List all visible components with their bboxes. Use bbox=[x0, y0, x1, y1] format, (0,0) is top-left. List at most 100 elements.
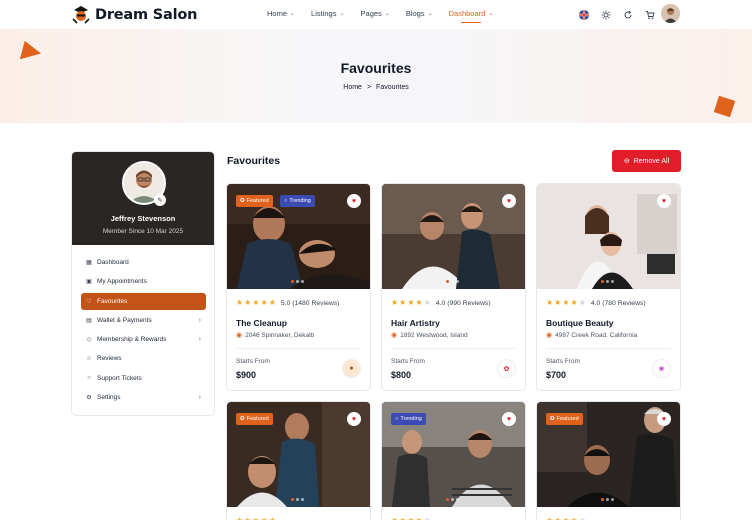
rating-text: 4.0 (780 Reviews) bbox=[590, 299, 646, 307]
sidebar-item-label: Settings bbox=[97, 394, 121, 402]
favourite-card[interactable]: ✪Featured ♥ ★★★★★ bbox=[226, 401, 371, 520]
favourite-card[interactable]: ♥ ★ ★ ★ ★ ★ 4.0 (990 Reviews) Hair Artistry ◉… bbox=[381, 183, 526, 391]
carousel-dots bbox=[601, 280, 614, 283]
star-icon: ★ bbox=[562, 298, 570, 307]
logo[interactable]: Dream Salon bbox=[71, 5, 197, 24]
profile-card: ✎ Jeffrey Stevenson Member Since 10 Mar … bbox=[72, 152, 214, 245]
badge-icon: ✪ bbox=[550, 416, 555, 422]
remove-all-button[interactable]: ⊖ Remove All bbox=[612, 150, 681, 172]
star-icon: ★ bbox=[415, 298, 423, 307]
main-nav: Home ⌄ Listings ⌄ Pages ⌄ Blogs ⌄ Dashboard ⌄ bbox=[267, 9, 509, 23]
breadcrumb-current: Favourites bbox=[376, 84, 409, 91]
nav-pages[interactable]: Pages ⌄ bbox=[361, 9, 390, 18]
nav-label: Dashboard bbox=[448, 9, 486, 18]
calendar-icon: ▣ bbox=[86, 279, 92, 286]
salon-name[interactable]: Boutique Beauty bbox=[546, 318, 614, 328]
edit-icon[interactable]: ✎ bbox=[154, 194, 166, 206]
favourite-card[interactable]: ○Trending ♥ ★★★★★ bbox=[381, 401, 526, 520]
star-icon: ★ bbox=[244, 298, 252, 307]
favourite-heart-button[interactable]: ♥ bbox=[657, 412, 671, 426]
star-icon: ★ bbox=[546, 298, 554, 307]
trending-badge: ○ Trending bbox=[280, 195, 315, 207]
sidebar-item-label: Dashboard bbox=[97, 259, 129, 266]
badge-icon: ✪ bbox=[240, 416, 245, 422]
featured-badge: ✪ Featured bbox=[546, 413, 583, 425]
star-icon: ★ bbox=[391, 298, 399, 307]
sidebar-item-label: Favourites bbox=[97, 297, 128, 305]
nav-blogs[interactable]: Blogs ⌄ bbox=[406, 9, 433, 18]
sidebar: ✎ Jeffrey Stevenson Member Since 10 Mar … bbox=[71, 151, 215, 416]
top-header: Dream Salon Home ⌄ Listings ⌄ Pages ⌄ Blogs… bbox=[0, 0, 752, 29]
location-pin-icon: ◉ bbox=[391, 332, 398, 339]
favourite-heart-button[interactable]: ♥ bbox=[347, 412, 361, 426]
salon-address: ◉ 2046 Spinnaker, Dekalb bbox=[236, 331, 315, 340]
nav-listings[interactable]: Listings ⌄ bbox=[311, 9, 344, 18]
section-title: Favourites bbox=[227, 155, 281, 167]
favourite-heart-button[interactable]: ♥ bbox=[502, 412, 516, 426]
sidebar-item-favourites[interactable]: ♡ Favourites bbox=[81, 292, 206, 310]
starts-from-label: Starts From bbox=[391, 358, 425, 365]
sun-icon[interactable] bbox=[599, 8, 612, 21]
star-icon: ★ bbox=[578, 298, 586, 307]
page-title: Favourites bbox=[340, 60, 412, 76]
featured-label: Featured bbox=[556, 416, 579, 422]
sidebar-item-label: My Appointments bbox=[97, 278, 147, 286]
sidebar-item-wallet[interactable]: ▤ Wallet & Payments › bbox=[81, 312, 206, 329]
trending-label: Trending bbox=[289, 198, 311, 204]
membership-icon: ◇ bbox=[86, 337, 92, 344]
sidebar-item-reviews[interactable]: ☆ Reviews bbox=[81, 350, 206, 367]
heart-icon: ♡ bbox=[86, 298, 92, 305]
remove-all-label: Remove All bbox=[633, 157, 670, 165]
badge-icon: ○ bbox=[284, 198, 288, 204]
user-avatar[interactable] bbox=[661, 4, 680, 23]
ticket-icon: ○ bbox=[87, 375, 91, 382]
divider bbox=[236, 348, 361, 349]
featured-label: Featured bbox=[246, 416, 269, 422]
rating-text: 5.0 (1480 Reviews) bbox=[280, 299, 340, 307]
star-icon: ★ bbox=[407, 298, 415, 307]
featured-badge: ✪ Featured bbox=[236, 413, 273, 425]
featured-badge: ✪ Featured bbox=[236, 195, 273, 207]
refresh-icon[interactable] bbox=[621, 8, 634, 21]
breadcrumb: Home > Favourites bbox=[0, 84, 752, 91]
sidebar-item-dashboard[interactable]: ▦ Dashboard bbox=[81, 254, 206, 271]
favourite-card[interactable]: ✪ Featured ○ Trending ♥ ★ ★ ★ ★ ★ 5.0 (1480 Rev… bbox=[226, 183, 371, 391]
chevron-right-icon: › bbox=[198, 394, 201, 402]
breadcrumb-home[interactable]: Home bbox=[343, 84, 362, 91]
favourite-heart-button[interactable]: ♥ bbox=[502, 194, 516, 208]
salon-name[interactable]: Hair Artistry bbox=[391, 318, 440, 328]
nav-label: Blogs bbox=[405, 9, 425, 18]
salon-address: ◉ 4987 Creek Road, California bbox=[546, 331, 637, 340]
favourite-heart-button[interactable]: ♥ bbox=[657, 194, 671, 208]
cart-icon[interactable] bbox=[643, 8, 656, 21]
rating-text: 4.0 (990 Reviews) bbox=[435, 299, 491, 307]
sidebar-item-label: Reviews bbox=[97, 355, 122, 363]
address-text: 1892 Westwood, Island bbox=[400, 331, 468, 339]
favourite-heart-button[interactable]: ♥ bbox=[347, 194, 361, 208]
nav-dashboard[interactable]: Dashboard ⌄ bbox=[448, 9, 493, 23]
sidebar-item-support[interactable]: ○ Support Tickets bbox=[81, 370, 206, 387]
favourite-card[interactable]: ✪Featured ♥ ★★★★★ bbox=[536, 401, 681, 520]
member-since: Member Since 10 Mar 2025 bbox=[102, 228, 184, 235]
rating: ★ ★ ★ ★ ★ 4.0 (780 Reviews) bbox=[546, 299, 646, 307]
chevron-down-icon: ⌄ bbox=[290, 11, 296, 17]
sidebar-item-appointments[interactable]: ▣ My Appointments bbox=[81, 273, 206, 290]
favourite-card[interactable]: ♥ ★ ★ ★ ★ ★ 4.0 (780 Reviews) Boutique Beauty… bbox=[536, 183, 681, 391]
wallet-icon: ▤ bbox=[86, 317, 92, 324]
star-icon: ★ bbox=[236, 298, 244, 307]
brand-logo: ✿ bbox=[497, 359, 516, 378]
carousel-dots bbox=[291, 280, 304, 283]
brand-mark-icon: ✿ bbox=[503, 365, 510, 373]
price: $700 bbox=[546, 370, 567, 380]
sidebar-item-settings[interactable]: ⚙ Settings › bbox=[81, 389, 206, 406]
brand-logo: ❀ bbox=[652, 359, 671, 378]
rating: ★ ★ ★ ★ ★ 4.0 (990 Reviews) bbox=[391, 299, 491, 307]
salon-logo-icon bbox=[71, 5, 91, 24]
sidebar-item-membership[interactable]: ◇ Membership & Rewards › bbox=[81, 331, 206, 348]
flag-uk-icon[interactable] bbox=[577, 8, 590, 21]
salon-name[interactable]: The Cleanup bbox=[236, 318, 287, 328]
address-text: 2046 Spinnaker, Dekalb bbox=[245, 331, 315, 339]
nav-home[interactable]: Home ⌄ bbox=[267, 9, 295, 18]
logo-text: Dream Salon bbox=[95, 6, 198, 23]
chevron-right-icon: › bbox=[198, 316, 201, 324]
